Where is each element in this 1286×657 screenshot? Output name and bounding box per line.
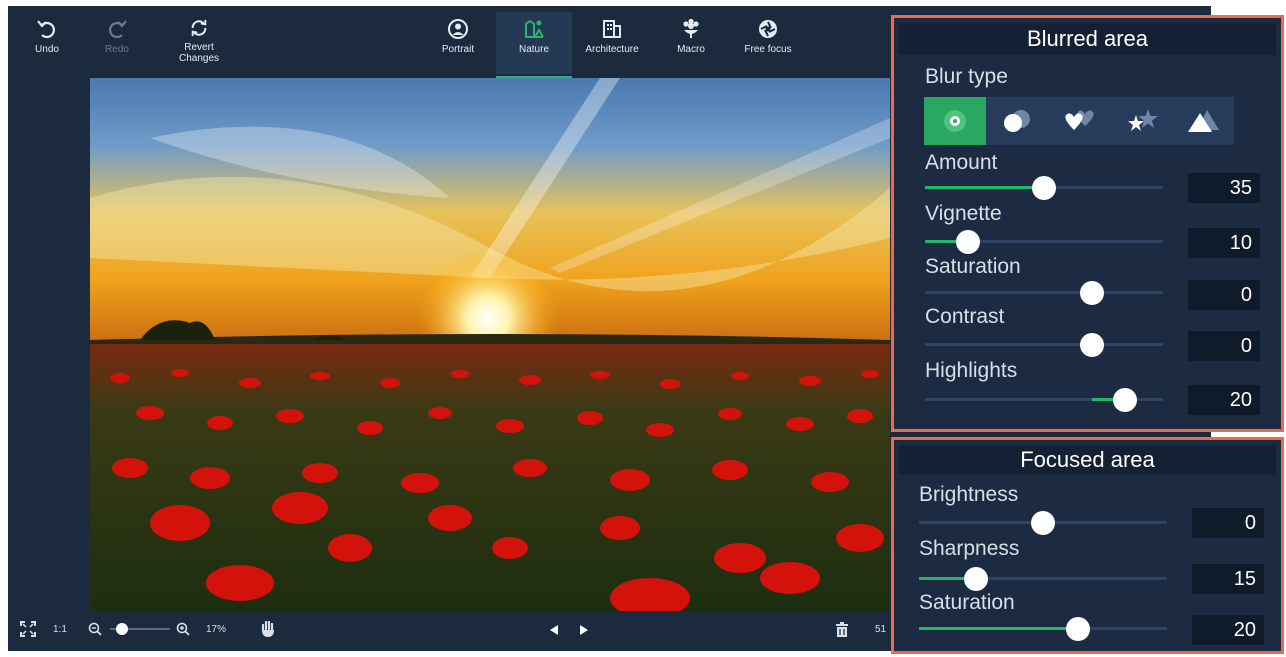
focused-saturation-value-field[interactable]: 20 (1192, 615, 1264, 645)
vignette-label: Vignette (925, 202, 1002, 225)
overlapping-circles-icon (1004, 110, 1030, 132)
mode-macro-label: Macro (677, 44, 705, 55)
revert-changes-button[interactable]: Revert Changes (168, 12, 230, 74)
mode-nature-label: Nature (518, 44, 549, 55)
contrast-label: Contrast (925, 305, 1005, 328)
vignette-slider[interactable] (925, 230, 1163, 254)
amount-slider[interactable] (925, 176, 1163, 200)
zoom-out-button[interactable] (88, 622, 102, 639)
trash-icon (836, 622, 848, 637)
saturation-value-field[interactable]: 0 (1188, 280, 1260, 310)
brightness-label: Brightness (919, 483, 1019, 506)
slider-track (925, 343, 1163, 346)
poppy-field-sunset-image (90, 78, 890, 611)
stars-icon (1128, 109, 1158, 131)
slider-fill (919, 627, 1078, 630)
free-focus-icon (759, 20, 777, 38)
mode-nature-button[interactable]: Nature (496, 12, 572, 78)
circle-blur-icon (944, 110, 966, 132)
zoom-out-icon (88, 622, 102, 636)
contrast-slider[interactable] (925, 333, 1163, 357)
blur-type-hearts-button[interactable] (1048, 97, 1110, 145)
brightness-slider[interactable] (919, 511, 1167, 535)
slider-knob[interactable] (1031, 511, 1055, 535)
mode-portrait-button[interactable]: Portrait (427, 12, 489, 74)
portrait-icon (448, 19, 468, 39)
amount-label: Amount (925, 151, 998, 174)
slider-knob[interactable] (1065, 617, 1090, 641)
brightness-value-field[interactable]: 0 (1192, 508, 1264, 538)
architecture-icon (603, 20, 621, 38)
redo-label: Redo (105, 44, 129, 55)
slider-track (925, 291, 1163, 294)
focused-saturation-slider[interactable] (919, 617, 1167, 641)
zoom-level: 17% (206, 624, 227, 635)
blur-type-label: Blur type (925, 65, 1008, 88)
mode-architecture-label: Architecture (585, 44, 639, 55)
highlights-slider[interactable] (925, 388, 1163, 412)
blur-type-bokeh-button[interactable] (986, 97, 1048, 145)
left-sidebar-strip (8, 78, 90, 611)
amount-value-field[interactable]: 35 (1188, 173, 1260, 203)
redo-button[interactable]: Redo (86, 12, 148, 74)
zoom-slider-knob[interactable] (116, 623, 128, 635)
sharpness-label: Sharpness (919, 537, 1020, 560)
mode-free-focus-button[interactable]: Free focus (730, 12, 806, 74)
mode-architecture-button[interactable]: Architecture (574, 12, 650, 74)
macro-icon (683, 18, 699, 38)
highlights-label: Highlights (925, 359, 1018, 382)
undo-button[interactable]: Undo (16, 12, 78, 74)
pan-tool-button[interactable] (260, 620, 276, 641)
blur-type-circle-button[interactable] (924, 97, 986, 145)
highlights-value-field[interactable]: 20 (1188, 385, 1260, 415)
zoom-in-icon (176, 622, 190, 636)
focused-saturation-label: Saturation (919, 591, 1015, 614)
redo-icon (109, 20, 127, 39)
sharpness-value-field[interactable]: 15 (1192, 564, 1264, 594)
saturation-slider[interactable] (925, 281, 1163, 305)
blurred-area-panel: Blurred area Blur type Amount 35 Vignett… (891, 15, 1284, 432)
slider-knob[interactable] (964, 567, 989, 591)
triangles-icon (1188, 110, 1219, 132)
slider-knob[interactable] (1079, 281, 1104, 305)
blur-type-triangles-button[interactable] (1172, 97, 1234, 145)
slider-knob[interactable] (1079, 333, 1104, 357)
blurred-area-title: Blurred area (899, 23, 1276, 55)
previous-button[interactable] (548, 624, 560, 639)
revert-label-line1: Revert (184, 42, 214, 53)
nature-icon (525, 19, 544, 38)
undo-label: Undo (35, 44, 59, 55)
mode-portrait-label: Portrait (441, 44, 475, 55)
blur-type-stars-button[interactable] (1110, 97, 1172, 145)
zoom-in-button[interactable] (176, 622, 190, 639)
slider-knob[interactable] (1032, 176, 1056, 200)
vignette-value-field[interactable]: 10 (1188, 228, 1260, 258)
page-indicator: 51 (875, 624, 887, 635)
focused-area-panel: Focused area Brightness 0 Sharpness 15 S… (891, 437, 1284, 654)
fullscreen-button[interactable] (20, 621, 36, 640)
photo-canvas[interactable] (90, 78, 890, 611)
actual-size-button[interactable]: 1:1 (53, 624, 67, 635)
arrow-right-icon (580, 625, 588, 635)
slider-knob[interactable] (955, 230, 980, 254)
revert-label-line2: Changes (178, 53, 220, 64)
slider-fill (925, 186, 1044, 189)
next-button[interactable] (578, 624, 590, 639)
sharpness-slider[interactable] (919, 567, 1167, 591)
undo-icon (37, 20, 55, 39)
fullscreen-icon (20, 621, 36, 637)
blur-type-selector (924, 97, 1240, 147)
delete-button[interactable] (836, 622, 848, 640)
arrow-left-icon (550, 625, 558, 635)
focused-area-title: Focused area (899, 445, 1276, 475)
saturation-label: Saturation (925, 255, 1021, 278)
slider-knob[interactable] (1112, 388, 1137, 412)
mode-free-focus-label: Free focus (744, 44, 792, 55)
hand-icon (261, 620, 274, 637)
zoom-slider[interactable] (110, 623, 170, 635)
contrast-value-field[interactable]: 0 (1188, 331, 1260, 361)
mode-macro-button[interactable]: Macro (660, 12, 722, 74)
revert-icon (191, 19, 207, 37)
hearts-icon (1065, 110, 1094, 130)
